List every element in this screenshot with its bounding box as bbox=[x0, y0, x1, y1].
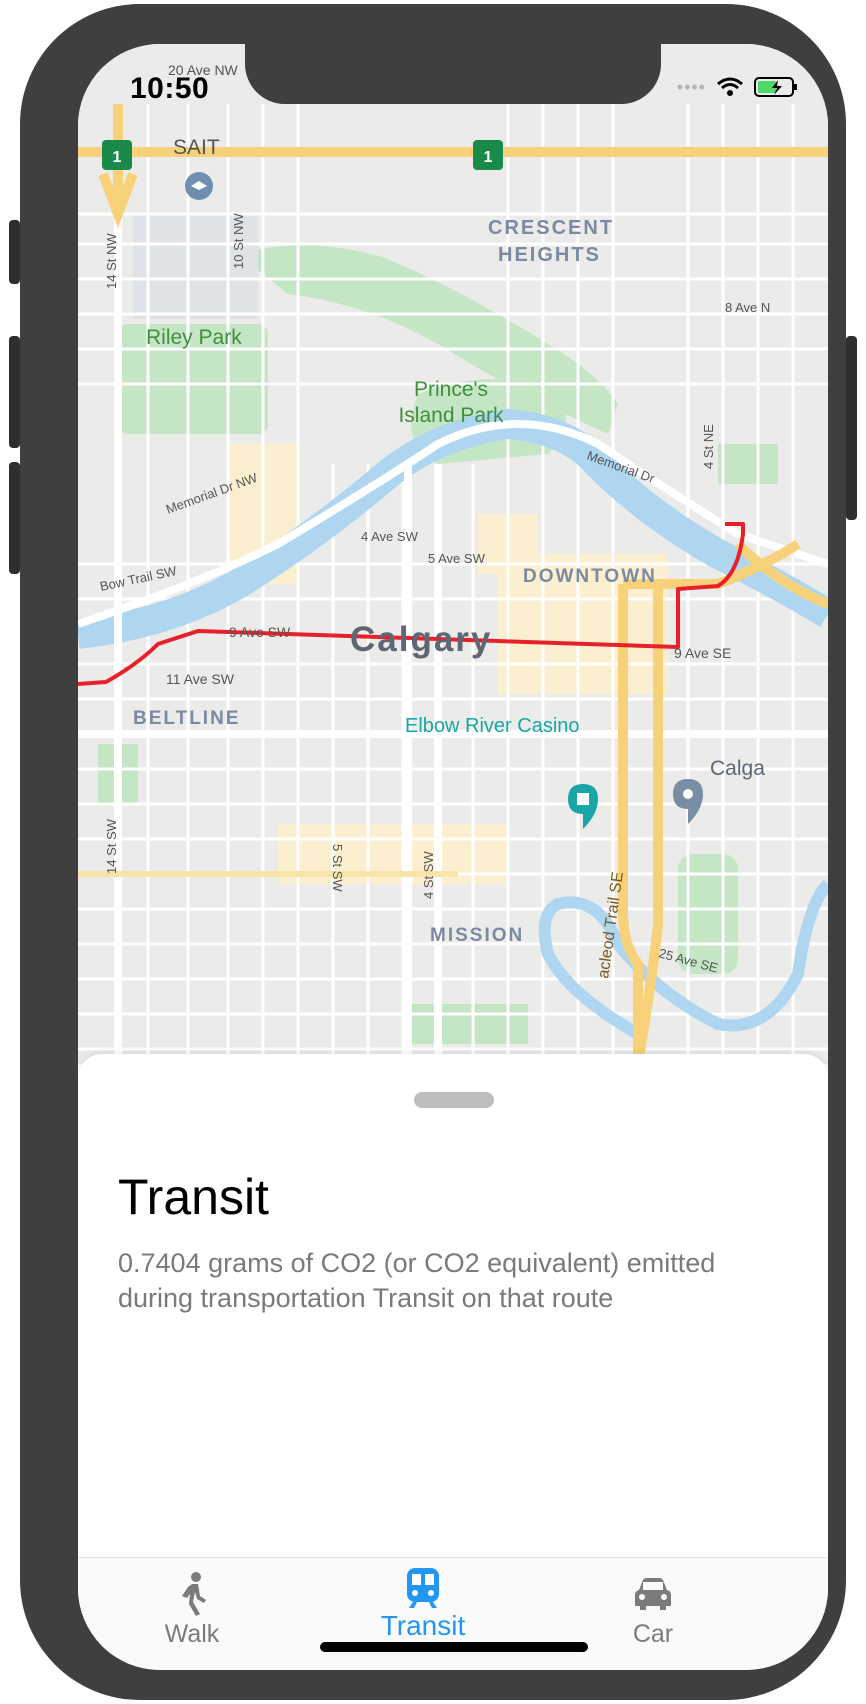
notch bbox=[245, 44, 661, 104]
svg-text:5 St SW: 5 St SW bbox=[330, 844, 345, 892]
svg-text:CRESCENT: CRESCENT bbox=[488, 217, 614, 239]
tab-bar: Walk Transit Car bbox=[78, 1557, 828, 1670]
svg-text:Island Park: Island Park bbox=[398, 404, 504, 427]
sheet-grabber[interactable] bbox=[414, 1092, 494, 1108]
svg-text:14 St SW: 14 St SW bbox=[104, 818, 119, 874]
svg-text:10 St NW: 10 St NW bbox=[231, 213, 246, 269]
screen: 1 1 20 Ave NW SAIT CRESCENT HEIGHTS Rile… bbox=[78, 44, 828, 1670]
sait-pin-icon bbox=[185, 172, 213, 200]
wifi-icon bbox=[717, 77, 743, 96]
svg-text:9 Ave SE: 9 Ave SE bbox=[674, 645, 731, 661]
svg-text:DOWNTOWN: DOWNTOWN bbox=[523, 566, 657, 587]
map-view[interactable]: 1 1 20 Ave NW SAIT CRESCENT HEIGHTS Rile… bbox=[78, 44, 828, 1064]
highway-shield-1: 1 bbox=[102, 140, 132, 170]
svg-text:1: 1 bbox=[113, 149, 122, 166]
status-time: 10:50 bbox=[130, 72, 210, 105]
train-icon bbox=[407, 1568, 439, 1608]
svg-text:Calga: Calga bbox=[710, 757, 765, 780]
svg-text:5 Ave SW: 5 Ave SW bbox=[428, 551, 486, 566]
power-button bbox=[846, 336, 857, 520]
sheet-description: 0.7404 grams of CO2 (or CO2 equivalent) … bbox=[118, 1248, 716, 1313]
home-indicator[interactable] bbox=[320, 1642, 588, 1652]
svg-text:14 St NW: 14 St NW bbox=[104, 233, 119, 289]
highway-shield-2: 1 bbox=[473, 140, 503, 170]
volume-up-button bbox=[9, 336, 20, 448]
svg-text:Calgary: Calgary bbox=[350, 620, 492, 659]
svg-text:Elbow River Casino: Elbow River Casino bbox=[405, 715, 580, 737]
status-icons: •••• bbox=[677, 76, 798, 98]
svg-text:BELTLINE: BELTLINE bbox=[133, 708, 240, 729]
svg-text:9 Ave SW: 9 Ave SW bbox=[229, 624, 291, 640]
svg-text:8 Ave N: 8 Ave N bbox=[725, 300, 770, 315]
svg-text:Riley Park: Riley Park bbox=[146, 326, 242, 349]
bottom-sheet[interactable]: Transit 0.7404 grams of CO2 (or CO2 equi… bbox=[78, 1054, 828, 1614]
signal-dots-icon: •••• bbox=[676, 76, 706, 97]
walk-icon bbox=[182, 1572, 206, 1616]
volume-down-button bbox=[9, 462, 20, 574]
car-icon bbox=[635, 1578, 671, 1610]
svg-text:Prince's: Prince's bbox=[414, 378, 488, 401]
sheet-title: Transit bbox=[118, 1169, 269, 1225]
svg-text:1: 1 bbox=[484, 149, 493, 166]
battery-icon bbox=[754, 77, 797, 97]
mute-switch bbox=[9, 220, 20, 284]
svg-text:SAIT: SAIT bbox=[173, 136, 220, 159]
svg-text:4 St SW: 4 St SW bbox=[421, 851, 436, 899]
map-canvas: 1 1 20 Ave NW SAIT CRESCENT HEIGHTS Rile… bbox=[78, 44, 828, 1064]
svg-text:11 Ave SW: 11 Ave SW bbox=[166, 671, 235, 687]
svg-text:4 Ave SW: 4 Ave SW bbox=[361, 529, 419, 544]
svg-text:MISSION: MISSION bbox=[430, 925, 524, 946]
tab-transit-label: Transit bbox=[380, 1610, 466, 1641]
tab-walk[interactable]: Walk bbox=[92, 1558, 292, 1658]
phone-frame: 1 1 20 Ave NW SAIT CRESCENT HEIGHTS Rile… bbox=[9, 4, 857, 1700]
tab-walk-label: Walk bbox=[164, 1620, 220, 1648]
svg-text:4 St NE: 4 St NE bbox=[701, 424, 716, 469]
svg-text:HEIGHTS: HEIGHTS bbox=[498, 244, 601, 266]
